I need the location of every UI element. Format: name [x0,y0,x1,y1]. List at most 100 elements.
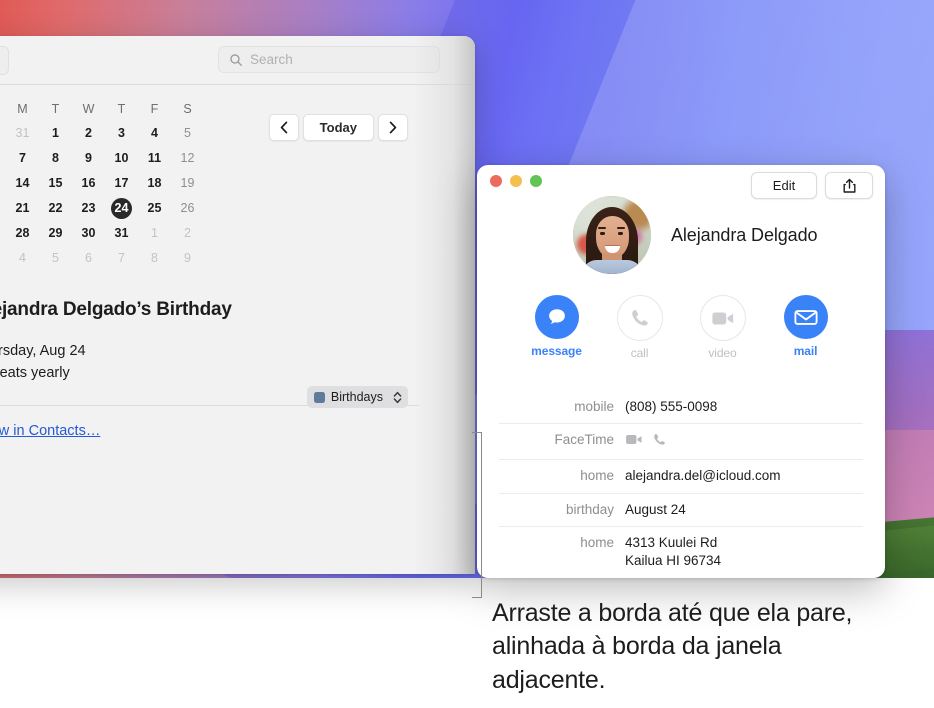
chevron-up-down-icon [393,391,402,404]
weekday-header: T [51,102,60,116]
event-title: Alejandra Delgado’s Birthday [0,299,232,320]
avatar-eye-left [600,232,605,235]
contact-detail-row[interactable]: FaceTime [499,423,863,459]
calendar-day-today[interactable]: 24 [105,197,138,219]
contact-detail-value[interactable] [625,431,863,452]
envelope-icon [783,295,828,339]
calendar-day[interactable]: 23 [72,197,105,219]
calendar-day[interactable]: 5 [171,122,204,144]
calendar-day[interactable]: 7 [105,247,138,269]
calendar-day[interactable]: 26 [171,197,204,219]
calendar-day[interactable]: 1 [39,122,72,144]
calendar-day[interactable]: 22 [39,197,72,219]
contact-detail-label: birthday [565,501,614,517]
avatar [573,196,651,274]
calendar-day[interactable]: 10 [105,147,138,169]
weekday-header: F [150,102,159,116]
view-segmented-control-year[interactable]: Year [0,46,10,75]
video-camera-icon[interactable] [625,433,643,451]
contact-detail-label: FaceTime [554,432,614,448]
calendar-day[interactable]: 5 [39,247,72,269]
previous-month-button[interactable] [268,114,299,141]
event-date: Thursday, Aug 24 [0,343,86,359]
calendar-select-label: Birthdays [330,390,383,404]
calendar-color-swatch [313,391,325,403]
weekday-header: M [17,102,28,116]
show-in-contacts-link[interactable]: Show in Contacts… [0,423,100,439]
calendar-day[interactable]: 30 [72,222,105,244]
calendar-day[interactable]: 9 [171,247,204,269]
contact-detail-row[interactable]: birthday August 24 [499,492,863,526]
event-header: Alejandra Delgado’s Birthday [0,297,462,323]
weekday-header: T [117,102,126,116]
share-icon [843,178,855,193]
quick-action-mail[interactable]: mail [782,295,829,360]
calendar-day[interactable]: 8 [39,147,72,169]
calendar-day[interactable]: 9 [72,147,105,169]
contact-detail-label: mobile [574,399,614,414]
calendar-day[interactable]: 11 [138,147,171,169]
zoom-button[interactable] [530,175,542,187]
close-button[interactable] [490,175,502,187]
callout-caption: Arraste a borda até que ela pare, alinha… [492,599,853,694]
calendar-day[interactable]: 29 [39,222,72,244]
quick-action-video[interactable]: video [699,295,746,360]
calendar-day[interactable]: 8 [138,247,171,269]
calendar-day[interactable]: 16 [72,172,105,194]
calendar-day[interactable]: 4 [6,247,39,269]
window-traffic-lights [490,175,542,187]
calendar-day[interactable]: 17 [105,172,138,194]
contact-detail-list: mobile (808) 555-0098 FaceTime home alejandr… [499,395,863,577]
weekday-header: S [183,102,192,116]
contact-detail-row[interactable]: mobile (808) 555-0098 [499,395,863,423]
avatar-brow-right [617,227,625,229]
calendar-month-grid[interactable]: SMTWTFS303112345678910111213141516171819… [0,99,204,269]
event-repeat: Repeats yearly [0,365,70,382]
calendar-day[interactable]: 4 [138,122,171,144]
calendar-body: Today SMTWTFS303112345678910111213141516… [0,99,475,440]
callout-leader-line [481,432,482,598]
callout-tick-bottom [472,597,482,598]
edit-button[interactable]: Edit [751,172,817,199]
edit-button-label: Edit [772,178,796,193]
calendar-toolbar: Year Search [0,36,475,85]
calendar-select-popup[interactable]: Birthdays [306,386,408,408]
calendar-day[interactable]: 7 [6,147,39,169]
next-month-button[interactable] [378,114,408,141]
quick-action-label: message [531,344,582,358]
message-bubble-icon [534,295,579,339]
minimize-button[interactable] [510,175,522,187]
address-line-1: 4313 Kuulei Rd [625,534,718,550]
calendar-navigation: Today [268,114,408,141]
calendar-day[interactable]: 19 [171,172,204,194]
quick-action-message[interactable]: message [531,295,582,360]
phone-handset-icon[interactable] [652,432,667,452]
calendar-day[interactable]: 21 [6,197,39,219]
share-button[interactable] [825,172,873,199]
calendar-day[interactable]: 28 [6,222,39,244]
contact-header: Alejandra Delgado [477,196,885,274]
calendar-day[interactable]: 18 [138,172,171,194]
quick-action-label: call [630,346,649,360]
calendar-day[interactable]: 15 [39,172,72,194]
quick-action-label: mail [793,344,818,358]
calendar-day[interactable]: 25 [138,197,171,219]
calendar-day[interactable]: 2 [171,222,204,244]
calendar-day[interactable]: 3 [105,122,138,144]
calendar-day[interactable]: 2 [72,122,105,144]
calendar-day[interactable]: 31 [6,122,39,144]
calendar-day[interactable]: 31 [105,222,138,244]
quick-action-call[interactable]: call [616,295,663,360]
contact-card-window: Edit Alejandra Delgado message call vide… [477,165,885,578]
contact-detail-value: (808) 555-0098 [625,399,718,414]
search-input[interactable]: Search [218,46,440,73]
avatar-eye-right [618,232,623,235]
calendar-day[interactable]: 14 [6,172,39,194]
contact-detail-row[interactable]: home 4313 Kuulei Rd Kailua HI 96734 [499,525,863,577]
calendar-day[interactable]: 6 [72,247,105,269]
contact-card-actions: Edit [751,172,873,199]
today-button[interactable]: Today [302,114,374,141]
calendar-day[interactable]: 12 [171,147,204,169]
contact-detail-row[interactable]: home alejandra.del@icloud.com [499,459,863,492]
calendar-day[interactable]: 1 [138,222,171,244]
